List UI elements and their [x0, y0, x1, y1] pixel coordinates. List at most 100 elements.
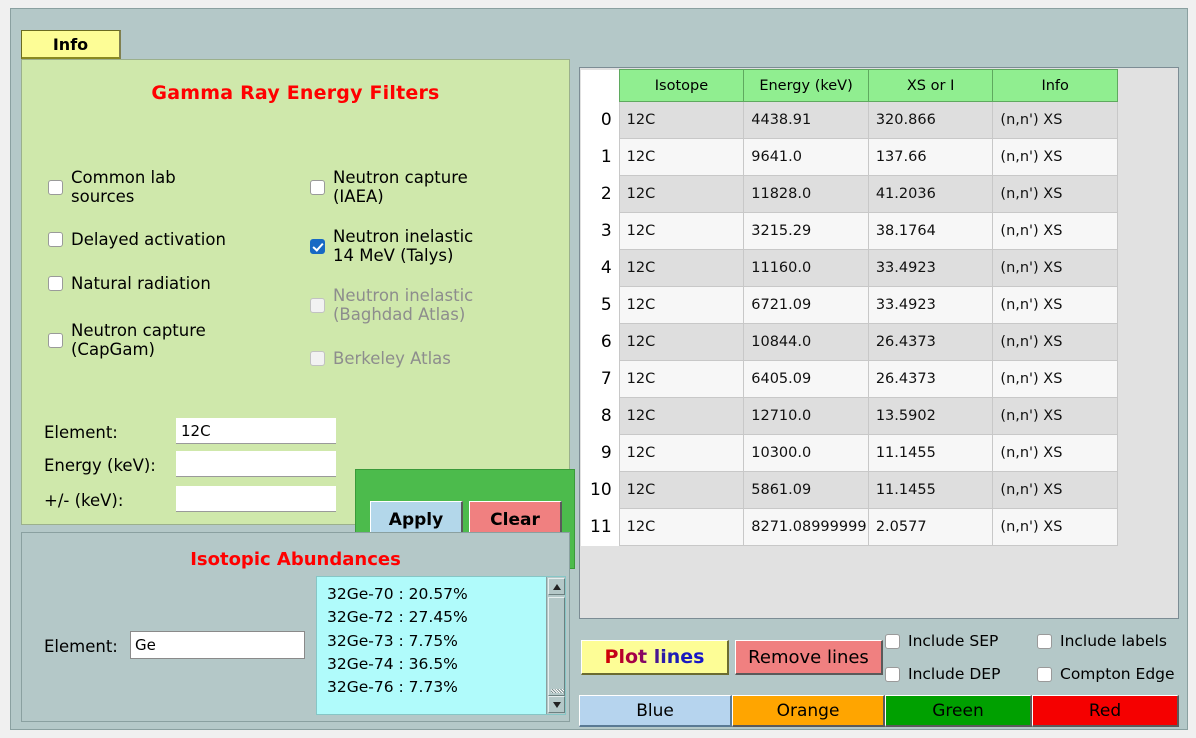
- table-row[interactable]: 11 12C 8271.08999999… 2.0577 (n,n') XS: [581, 508, 1118, 546]
- checkbox-include-dep[interactable]: Include DEP: [885, 665, 1000, 683]
- table-row[interactable]: 7 12C 6405.09 26.4373 (n,n') XS: [581, 360, 1118, 398]
- checkbox-include-labels[interactable]: Include labels: [1037, 632, 1167, 650]
- table-row[interactable]: 10 12C 5861.09 11.1455 (n,n') XS: [581, 471, 1118, 509]
- remove-lines-button[interactable]: Remove lines: [735, 640, 883, 675]
- table-row[interactable]: 6 12C 10844.0 26.4373 (n,n') XS: [581, 323, 1118, 361]
- table-row[interactable]: 4 12C 11160.0 33.4923 (n,n') XS: [581, 249, 1118, 287]
- cell-energy[interactable]: 12710.0: [743, 397, 869, 435]
- color-button-green[interactable]: Green: [885, 695, 1032, 727]
- checkbox-box-delayed-activation[interactable]: [48, 232, 63, 248]
- cell-info[interactable]: (n,n') XS: [992, 101, 1118, 139]
- cell-energy[interactable]: 9641.0: [743, 138, 869, 176]
- checkbox-box-compton-edge[interactable]: [1037, 666, 1052, 682]
- cell-isotope[interactable]: 12C: [618, 212, 745, 250]
- cell-info[interactable]: (n,n') XS: [992, 286, 1118, 324]
- cell-info[interactable]: (n,n') XS: [992, 471, 1118, 509]
- column-header-energy[interactable]: Energy (keV): [743, 69, 869, 102]
- cell-xs-or-i[interactable]: 137.66: [867, 138, 994, 176]
- table-row[interactable]: 5 12C 6721.09 33.4923 (n,n') XS: [581, 286, 1118, 324]
- cell-info[interactable]: (n,n') XS: [992, 397, 1118, 435]
- cell-energy[interactable]: 3215.29: [743, 212, 869, 250]
- abundances-element-input[interactable]: [130, 631, 305, 659]
- cell-energy[interactable]: 4438.91: [743, 101, 869, 139]
- cell-energy[interactable]: 8271.08999999…: [743, 508, 869, 546]
- scroll-up-arrow-icon[interactable]: [548, 578, 565, 595]
- cell-xs-or-i[interactable]: 2.0577: [867, 508, 994, 546]
- cell-info[interactable]: (n,n') XS: [992, 508, 1118, 546]
- energy-input[interactable]: [176, 451, 336, 477]
- cell-isotope[interactable]: 12C: [618, 175, 745, 213]
- cell-xs-or-i[interactable]: 41.2036: [867, 175, 994, 213]
- color-button-orange[interactable]: Orange: [732, 695, 885, 727]
- color-button-red[interactable]: Red: [1032, 695, 1179, 727]
- table-row[interactable]: 3 12C 3215.29 38.1764 (n,n') XS: [581, 212, 1118, 250]
- checkbox-compton-edge[interactable]: Compton Edge: [1037, 665, 1175, 683]
- table-row[interactable]: 1 12C 9641.0 137.66 (n,n') XS: [581, 138, 1118, 176]
- cell-info[interactable]: (n,n') XS: [992, 360, 1118, 398]
- checkbox-box-include-dep[interactable]: [885, 666, 900, 682]
- checkbox-box-include-sep[interactable]: [885, 633, 900, 649]
- cell-isotope[interactable]: 12C: [618, 101, 745, 139]
- checkbox-box-neutron-capture-capgam[interactable]: [48, 332, 63, 348]
- table-row[interactable]: 2 12C 11828.0 41.2036 (n,n') XS: [581, 175, 1118, 213]
- tab-info[interactable]: Info: [21, 30, 121, 60]
- cell-energy[interactable]: 6721.09: [743, 286, 869, 324]
- cell-xs-or-i[interactable]: 33.4923: [867, 286, 994, 324]
- checkbox-box-common-lab-sources[interactable]: [48, 179, 63, 195]
- cell-info[interactable]: (n,n') XS: [992, 212, 1118, 250]
- cell-info[interactable]: (n,n') XS: [992, 249, 1118, 287]
- cell-isotope[interactable]: 12C: [618, 471, 745, 509]
- table-row[interactable]: 8 12C 12710.0 13.5902 (n,n') XS: [581, 397, 1118, 435]
- cell-energy[interactable]: 5861.09: [743, 471, 869, 509]
- checkbox-box-include-labels[interactable]: [1037, 633, 1052, 649]
- checkbox-neutron-capture-capgam[interactable]: Neutron capture (CapGam): [48, 321, 206, 360]
- plot-lines-button[interactable]: Plot lines: [581, 640, 729, 675]
- cell-isotope[interactable]: 12C: [618, 360, 745, 398]
- cell-xs-or-i[interactable]: 11.1455: [867, 471, 994, 509]
- element-input[interactable]: [176, 418, 336, 444]
- cell-isotope[interactable]: 12C: [618, 508, 745, 546]
- checkbox-delayed-activation[interactable]: Delayed activation: [48, 230, 226, 249]
- cell-xs-or-i[interactable]: 38.1764: [867, 212, 994, 250]
- cell-isotope[interactable]: 12C: [618, 138, 745, 176]
- cell-info[interactable]: (n,n') XS: [992, 138, 1118, 176]
- checkbox-include-sep[interactable]: Include SEP: [885, 632, 998, 650]
- cell-isotope[interactable]: 12C: [618, 286, 745, 324]
- table-row[interactable]: 9 12C 10300.0 11.1455 (n,n') XS: [581, 434, 1118, 472]
- cell-isotope[interactable]: 12C: [618, 397, 745, 435]
- cell-info[interactable]: (n,n') XS: [992, 175, 1118, 213]
- cell-isotope[interactable]: 12C: [618, 249, 745, 287]
- checkbox-natural-radiation[interactable]: Natural radiation: [48, 274, 211, 293]
- cell-info[interactable]: (n,n') XS: [992, 434, 1118, 472]
- column-header-info[interactable]: Info: [992, 69, 1118, 102]
- cell-energy[interactable]: 10300.0: [743, 434, 869, 472]
- cell-xs-or-i[interactable]: 13.5902: [867, 397, 994, 435]
- table-row[interactable]: 0 12C 4438.91 320.866 (n,n') XS: [581, 101, 1118, 139]
- checkbox-box-natural-radiation[interactable]: [48, 276, 63, 292]
- tolerance-input[interactable]: [176, 486, 336, 512]
- cell-xs-or-i[interactable]: 320.866: [867, 101, 994, 139]
- checkbox-common-lab-sources[interactable]: Common lab sources: [48, 168, 176, 207]
- checkbox-neutron-inelastic-talys[interactable]: Neutron inelastic 14 MeV (Talys): [310, 227, 473, 266]
- cell-xs-or-i[interactable]: 26.4373: [867, 323, 994, 361]
- checkbox-box-neutron-capture-iaea[interactable]: [310, 179, 325, 195]
- cell-energy[interactable]: 11828.0: [743, 175, 869, 213]
- cell-xs-or-i[interactable]: 33.4923: [867, 249, 994, 287]
- cell-isotope[interactable]: 12C: [618, 434, 745, 472]
- cell-xs-or-i[interactable]: 26.4373: [867, 360, 994, 398]
- cell-xs-or-i[interactable]: 11.1455: [867, 434, 994, 472]
- row-index-cell: 9: [581, 434, 620, 472]
- cell-energy[interactable]: 10844.0: [743, 323, 869, 361]
- column-header-xs-or-i[interactable]: XS or I: [867, 69, 994, 102]
- cell-isotope[interactable]: 12C: [618, 323, 745, 361]
- checkbox-neutron-capture-iaea[interactable]: Neutron capture (IAEA): [310, 168, 468, 207]
- abundances-scrollbar[interactable]: [546, 577, 565, 714]
- checkbox-box-neutron-inelastic-talys[interactable]: [310, 238, 325, 254]
- cell-energy[interactable]: 11160.0: [743, 249, 869, 287]
- scroll-down-arrow-icon[interactable]: [548, 696, 565, 713]
- cell-energy[interactable]: 6405.09: [743, 360, 869, 398]
- scrollbar-thumb[interactable]: [548, 597, 565, 696]
- cell-info[interactable]: (n,n') XS: [992, 323, 1118, 361]
- color-button-blue[interactable]: Blue: [579, 695, 732, 727]
- column-header-isotope[interactable]: Isotope: [618, 69, 745, 102]
